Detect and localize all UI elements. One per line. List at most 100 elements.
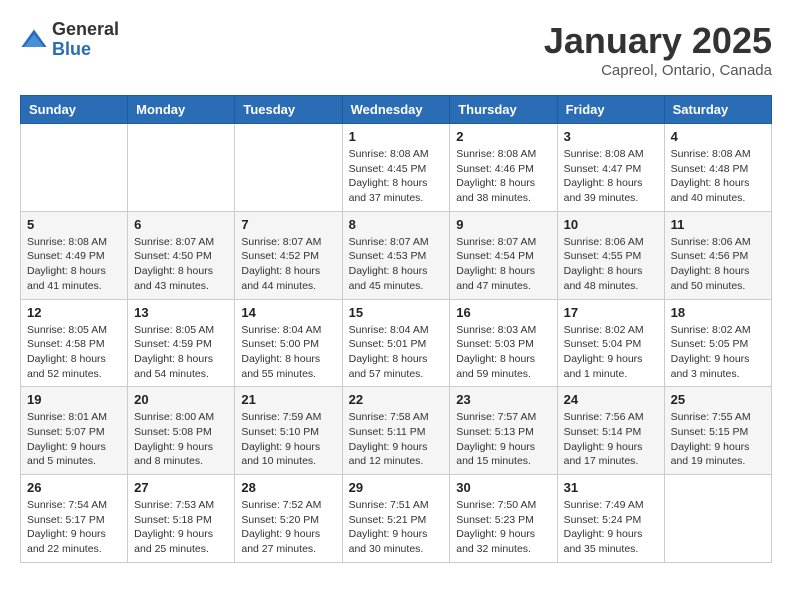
calendar-cell: 2Sunrise: 8:08 AM Sunset: 4:46 PM Daylig… bbox=[450, 124, 557, 212]
calendar-cell: 19 Sunrise: 8:01 AM Sunset: 5:07 PM Dayli… bbox=[21, 387, 128, 475]
day-info: Sunrise: 7:50 AM Sunset: 5:23 PM Dayligh… bbox=[456, 498, 550, 557]
calendar-cell bbox=[128, 124, 235, 212]
day-info: Sunrise: 7:55 AM Sunset: 5:15 PM Dayligh… bbox=[671, 410, 765, 469]
day-number: 1 bbox=[349, 129, 444, 144]
day-number: 21 bbox=[241, 392, 335, 407]
calendar-cell: 20 Sunrise: 8:00 AM Sunset: 5:08 PM Dayli… bbox=[128, 387, 235, 475]
month-title: January 2025 bbox=[544, 20, 772, 62]
day-info: Sunrise: 8:08 AM Sunset: 4:45 PM Dayligh… bbox=[349, 147, 444, 206]
calendar-cell: 28 Sunrise: 7:52 AM Sunset: 5:20 PM Dayli… bbox=[235, 475, 342, 563]
day-number: 27 bbox=[134, 480, 228, 495]
day-info: Sunrise: 8:05 AM Sunset: 4:59 PM Dayligh… bbox=[134, 323, 228, 382]
logo-blue: Blue bbox=[52, 40, 119, 60]
day-info: Sunrise: 8:01 AM Sunset: 5:07 PM Dayligh… bbox=[27, 410, 121, 469]
location: Capreol, Ontario, Canada bbox=[544, 62, 772, 79]
day-number: 3 bbox=[564, 129, 658, 144]
day-number: 7 bbox=[241, 217, 335, 232]
day-number: 16 bbox=[456, 305, 550, 320]
calendar-cell: 7 Sunrise: 8:07 AM Sunset: 4:52 PM Daylig… bbox=[235, 211, 342, 299]
day-info: Sunrise: 8:07 AM Sunset: 4:52 PM Dayligh… bbox=[241, 235, 335, 294]
calendar-cell: 6 Sunrise: 8:07 AM Sunset: 4:50 PM Daylig… bbox=[128, 211, 235, 299]
day-info: Sunrise: 8:07 AM Sunset: 4:53 PM Dayligh… bbox=[349, 235, 444, 294]
day-number: 6 bbox=[134, 217, 228, 232]
weekday-header-tuesday: Tuesday bbox=[235, 96, 342, 124]
calendar-week-row: 26 Sunrise: 7:54 AM Sunset: 5:17 PM Dayli… bbox=[21, 475, 772, 563]
day-number: 20 bbox=[134, 392, 228, 407]
logo-general: General bbox=[52, 20, 119, 40]
calendar-cell: 10Sunrise: 8:06 AM Sunset: 4:55 PM Dayli… bbox=[557, 211, 664, 299]
weekday-header-row: SundayMondayTuesdayWednesdayThursdayFrid… bbox=[21, 96, 772, 124]
day-number: 31 bbox=[564, 480, 658, 495]
calendar-cell bbox=[235, 124, 342, 212]
logo-text: General Blue bbox=[52, 20, 119, 60]
day-number: 19 bbox=[27, 392, 121, 407]
calendar-cell: 18Sunrise: 8:02 AM Sunset: 5:05 PM Dayli… bbox=[664, 299, 771, 387]
day-info: Sunrise: 7:58 AM Sunset: 5:11 PM Dayligh… bbox=[349, 410, 444, 469]
calendar-cell: 24Sunrise: 7:56 AM Sunset: 5:14 PM Dayli… bbox=[557, 387, 664, 475]
calendar-cell: 4 Sunrise: 8:08 AM Sunset: 4:48 PM Daylig… bbox=[664, 124, 771, 212]
logo: General Blue bbox=[20, 20, 119, 60]
weekday-header-friday: Friday bbox=[557, 96, 664, 124]
calendar-cell: 12 Sunrise: 8:05 AM Sunset: 4:58 PM Dayli… bbox=[21, 299, 128, 387]
day-number: 4 bbox=[671, 129, 765, 144]
day-info: Sunrise: 8:06 AM Sunset: 4:56 PM Dayligh… bbox=[671, 235, 765, 294]
day-number: 5 bbox=[27, 217, 121, 232]
day-number: 14 bbox=[241, 305, 335, 320]
day-number: 17 bbox=[564, 305, 658, 320]
calendar-cell: 29 Sunrise: 7:51 AM Sunset: 5:21 PM Dayli… bbox=[342, 475, 450, 563]
calendar-cell: 3Sunrise: 8:08 AM Sunset: 4:47 PM Daylig… bbox=[557, 124, 664, 212]
day-number: 9 bbox=[456, 217, 550, 232]
day-number: 11 bbox=[671, 217, 765, 232]
day-info: Sunrise: 8:04 AM Sunset: 5:00 PM Dayligh… bbox=[241, 323, 335, 382]
day-info: Sunrise: 7:53 AM Sunset: 5:18 PM Dayligh… bbox=[134, 498, 228, 557]
day-number: 29 bbox=[349, 480, 444, 495]
calendar-cell: 17Sunrise: 8:02 AM Sunset: 5:04 PM Dayli… bbox=[557, 299, 664, 387]
calendar-cell: 23Sunrise: 7:57 AM Sunset: 5:13 PM Dayli… bbox=[450, 387, 557, 475]
day-info: Sunrise: 8:06 AM Sunset: 4:55 PM Dayligh… bbox=[564, 235, 658, 294]
day-number: 22 bbox=[349, 392, 444, 407]
day-number: 13 bbox=[134, 305, 228, 320]
calendar-cell bbox=[21, 124, 128, 212]
day-info: Sunrise: 7:49 AM Sunset: 5:24 PM Dayligh… bbox=[564, 498, 658, 557]
day-number: 8 bbox=[349, 217, 444, 232]
day-info: Sunrise: 8:08 AM Sunset: 4:46 PM Dayligh… bbox=[456, 147, 550, 206]
day-info: Sunrise: 7:52 AM Sunset: 5:20 PM Dayligh… bbox=[241, 498, 335, 557]
day-number: 26 bbox=[27, 480, 121, 495]
weekday-header-monday: Monday bbox=[128, 96, 235, 124]
day-info: Sunrise: 8:03 AM Sunset: 5:03 PM Dayligh… bbox=[456, 323, 550, 382]
day-info: Sunrise: 8:08 AM Sunset: 4:48 PM Dayligh… bbox=[671, 147, 765, 206]
calendar-cell: 13 Sunrise: 8:05 AM Sunset: 4:59 PM Dayli… bbox=[128, 299, 235, 387]
day-number: 28 bbox=[241, 480, 335, 495]
calendar-cell bbox=[664, 475, 771, 563]
calendar-cell: 1 Sunrise: 8:08 AM Sunset: 4:45 PM Daylig… bbox=[342, 124, 450, 212]
day-number: 15 bbox=[349, 305, 444, 320]
day-number: 24 bbox=[564, 392, 658, 407]
calendar-cell: 11 Sunrise: 8:06 AM Sunset: 4:56 PM Dayli… bbox=[664, 211, 771, 299]
logo-icon bbox=[20, 26, 48, 54]
day-number: 25 bbox=[671, 392, 765, 407]
calendar-table: SundayMondayTuesdayWednesdayThursdayFrid… bbox=[20, 95, 772, 563]
weekday-header-wednesday: Wednesday bbox=[342, 96, 450, 124]
day-info: Sunrise: 8:07 AM Sunset: 4:50 PM Dayligh… bbox=[134, 235, 228, 294]
day-info: Sunrise: 8:05 AM Sunset: 4:58 PM Dayligh… bbox=[27, 323, 121, 382]
calendar-cell: 5 Sunrise: 8:08 AM Sunset: 4:49 PM Daylig… bbox=[21, 211, 128, 299]
weekday-header-saturday: Saturday bbox=[664, 96, 771, 124]
calendar-cell: 27 Sunrise: 7:53 AM Sunset: 5:18 PM Dayli… bbox=[128, 475, 235, 563]
calendar-cell: 21Sunrise: 7:59 AM Sunset: 5:10 PM Dayli… bbox=[235, 387, 342, 475]
day-info: Sunrise: 8:04 AM Sunset: 5:01 PM Dayligh… bbox=[349, 323, 444, 382]
day-info: Sunrise: 7:51 AM Sunset: 5:21 PM Dayligh… bbox=[349, 498, 444, 557]
calendar-cell: 26 Sunrise: 7:54 AM Sunset: 5:17 PM Dayli… bbox=[21, 475, 128, 563]
calendar-cell: 14 Sunrise: 8:04 AM Sunset: 5:00 PM Dayli… bbox=[235, 299, 342, 387]
day-number: 12 bbox=[27, 305, 121, 320]
calendar-cell: 31 Sunrise: 7:49 AM Sunset: 5:24 PM Dayli… bbox=[557, 475, 664, 563]
calendar-cell: 16 Sunrise: 8:03 AM Sunset: 5:03 PM Dayli… bbox=[450, 299, 557, 387]
day-info: Sunrise: 8:00 AM Sunset: 5:08 PM Dayligh… bbox=[134, 410, 228, 469]
calendar-week-row: 19 Sunrise: 8:01 AM Sunset: 5:07 PM Dayli… bbox=[21, 387, 772, 475]
calendar-cell: 30Sunrise: 7:50 AM Sunset: 5:23 PM Dayli… bbox=[450, 475, 557, 563]
weekday-header-thursday: Thursday bbox=[450, 96, 557, 124]
day-info: Sunrise: 7:57 AM Sunset: 5:13 PM Dayligh… bbox=[456, 410, 550, 469]
day-info: Sunrise: 7:54 AM Sunset: 5:17 PM Dayligh… bbox=[27, 498, 121, 557]
calendar-week-row: 12 Sunrise: 8:05 AM Sunset: 4:58 PM Dayli… bbox=[21, 299, 772, 387]
calendar-week-row: 1 Sunrise: 8:08 AM Sunset: 4:45 PM Daylig… bbox=[21, 124, 772, 212]
day-info: Sunrise: 8:08 AM Sunset: 4:49 PM Dayligh… bbox=[27, 235, 121, 294]
